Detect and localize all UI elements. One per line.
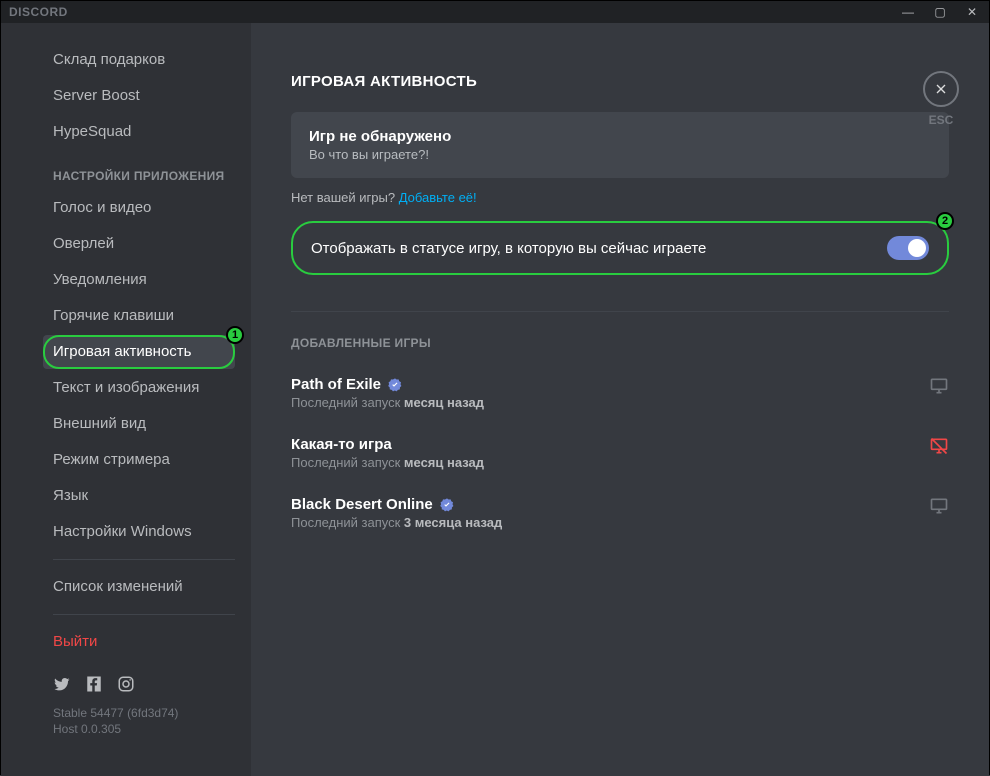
overlay-enabled-icon[interactable] <box>929 376 949 396</box>
sidebar-item[interactable]: Горячие клавиши <box>43 299 235 333</box>
build-line-1: Stable 54477 (6fd3d74) <box>53 705 245 721</box>
add-game-prompt-text: Нет вашей игры? <box>291 190 399 205</box>
game-name-text: Black Desert Online <box>291 496 433 513</box>
display-game-toggle-row: Отображать в статусе игру, в которую вы … <box>291 221 949 275</box>
instagram-icon[interactable] <box>117 675 135 693</box>
sidebar-item[interactable]: Язык <box>43 479 235 513</box>
maximize-button[interactable]: ▢ <box>931 5 949 19</box>
sidebar-item-logout[interactable]: Выйти <box>43 625 235 659</box>
no-game-panel: Игр не обнаружено Во что вы играете?! <box>291 112 949 178</box>
sidebar-category-app-settings: НАСТРОЙКИ ПРИЛОЖЕНИЯ <box>1 151 245 189</box>
sidebar-item-changelog[interactable]: Список изменений <box>43 570 235 604</box>
minimize-button[interactable]: — <box>899 5 917 19</box>
overlay-enabled-icon[interactable] <box>929 496 949 516</box>
game-name: Black Desert Online <box>291 496 502 513</box>
sidebar-item[interactable]: Настройки Windows <box>43 515 235 549</box>
annotation-badge-1: 1 <box>226 326 244 344</box>
twitter-icon[interactable] <box>53 675 71 693</box>
verified-icon <box>387 377 403 393</box>
game-name: Какая-то игра <box>291 436 484 453</box>
add-game-prompt: Нет вашей игры? Добавьте её! <box>291 190 949 205</box>
facebook-icon[interactable] <box>85 675 103 693</box>
sidebar-item[interactable]: HypeSquad <box>43 115 235 149</box>
display-game-toggle[interactable] <box>887 236 929 260</box>
game-last-played: Последний запуск 3 месяца назад <box>291 515 502 530</box>
add-game-link[interactable]: Добавьте её! <box>399 190 477 205</box>
window-controls: — ▢ ✕ <box>899 5 981 19</box>
sidebar-item[interactable]: Текст и изображения <box>43 371 235 405</box>
no-game-title: Игр не обнаружено <box>309 128 931 145</box>
section-divider <box>291 311 949 312</box>
annotation-ring-1 <box>43 335 235 369</box>
settings-content: ESC ИГРОВАЯ АКТИВНОСТЬ Игр не обнаружено… <box>251 23 989 776</box>
game-row: Какая-то игра Последний запуск месяц наза… <box>291 436 949 470</box>
added-games-header: ДОБАВЛЕННЫЕ ИГРЫ <box>291 336 949 350</box>
verified-icon <box>439 497 455 513</box>
no-game-subtitle: Во что вы играете?! <box>309 147 931 162</box>
close-settings-button[interactable] <box>923 71 959 107</box>
page-title: ИГРОВАЯ АКТИВНОСТЬ <box>291 73 949 90</box>
titlebar: DISCORD — ▢ ✕ <box>1 1 989 23</box>
game-name-text: Какая-то игра <box>291 436 392 453</box>
game-name: Path of Exile <box>291 376 484 393</box>
toggle-knob <box>908 239 926 257</box>
build-info: Stable 54477 (6fd3d74) Host 0.0.305 <box>1 699 245 737</box>
sidebar-item-game-activity[interactable]: Игровая активность1 <box>43 335 235 369</box>
sidebar-item[interactable]: Server Boost <box>43 79 235 113</box>
annotation-badge-2: 2 <box>936 212 954 230</box>
game-last-played: Последний запуск месяц назад <box>291 455 484 470</box>
sidebar-socials <box>1 661 245 699</box>
close-area: ESC <box>923 71 959 127</box>
sidebar-divider <box>53 559 235 560</box>
sidebar-item[interactable]: Оверлей <box>43 227 235 261</box>
sidebar-item[interactable]: Голос и видео <box>43 191 235 225</box>
game-row: Path of Exile Последний запуск месяц наза… <box>291 376 949 410</box>
close-esc-label: ESC <box>929 113 954 127</box>
settings-sidebar: Склад подарковServer BoostHypeSquad НАСТ… <box>1 23 251 776</box>
game-last-played: Последний запуск месяц назад <box>291 395 484 410</box>
build-line-2: Host 0.0.305 <box>53 721 245 737</box>
app-brand: DISCORD <box>9 5 68 19</box>
game-name-text: Path of Exile <box>291 376 381 393</box>
sidebar-item[interactable]: Склад подарков <box>43 43 235 77</box>
sidebar-divider <box>53 614 235 615</box>
sidebar-item[interactable]: Уведомления <box>43 263 235 297</box>
window-close-button[interactable]: ✕ <box>963 5 981 19</box>
sidebar-item[interactable]: Внешний вид <box>43 407 235 441</box>
overlay-disabled-icon[interactable] <box>929 436 949 456</box>
game-row: Black Desert Online Последний запуск 3 ме… <box>291 496 949 530</box>
sidebar-item[interactable]: Режим стримера <box>43 443 235 477</box>
display-game-toggle-label: Отображать в статусе игру, в которую вы … <box>311 240 706 257</box>
